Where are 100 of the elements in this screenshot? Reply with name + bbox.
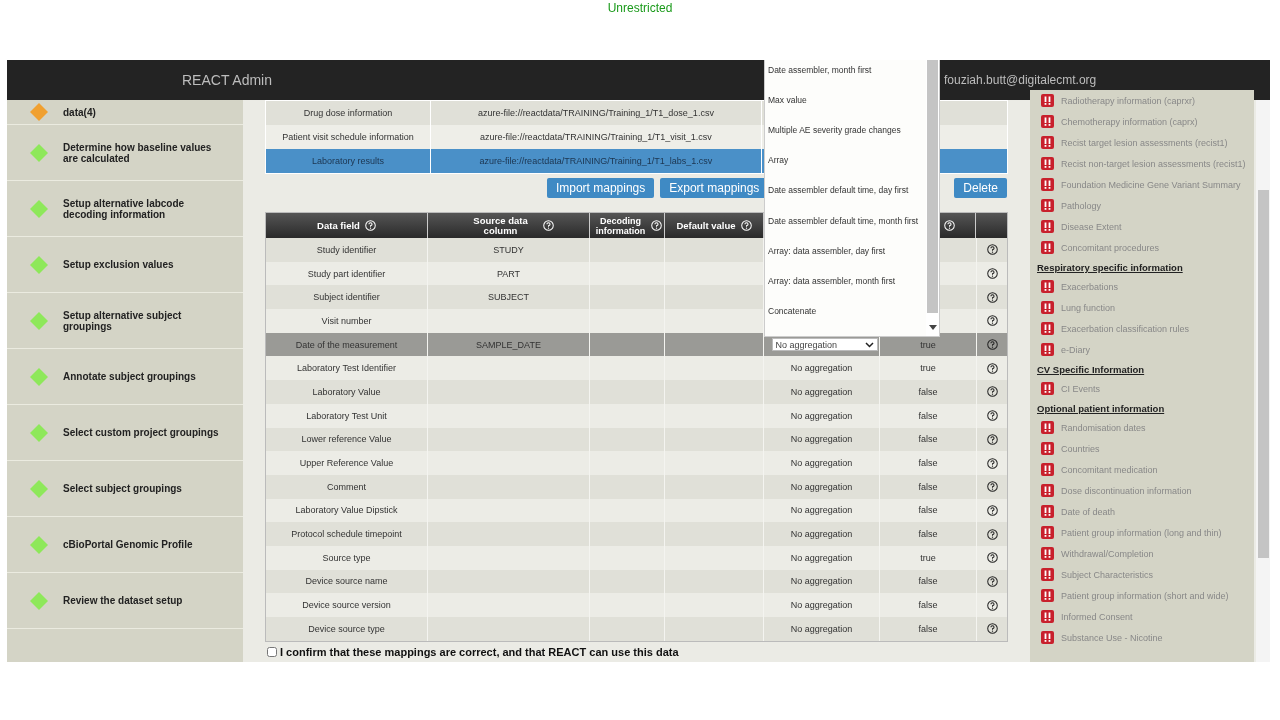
alert-icon [1041, 178, 1054, 191]
mapping-row[interactable]: Device source name No aggregation false [266, 569, 1007, 594]
help-icon[interactable] [986, 315, 998, 327]
confirm-checkbox[interactable] [267, 646, 277, 657]
section-heading: CV Specific Information [1037, 364, 1146, 375]
table-cell: Study part identifier [307, 268, 386, 279]
table-cell: No aggregation [790, 410, 853, 421]
column-header: Data field [317, 220, 360, 231]
help-icon[interactable] [986, 386, 998, 398]
table-cell: false [918, 410, 938, 421]
alert-icon [1041, 115, 1054, 128]
user-email: fouziah.butt@digitalecmt.org [944, 73, 1097, 87]
mapping-row[interactable]: Protocol schedule timepoint No aggregation false [266, 522, 1007, 546]
table-cell: false [918, 576, 938, 587]
mapping-row[interactable]: Lower reference Value No aggregation false [266, 427, 1007, 452]
mapping-row[interactable]: Device source type No aggregation false [266, 617, 1007, 641]
scrollbar[interactable] [1256, 100, 1270, 662]
table-cell: SUBJECT [488, 292, 529, 303]
help-icon[interactable] [986, 457, 998, 469]
step-item[interactable]: cBioPortal Genomic Profile [7, 517, 243, 573]
help-icon[interactable] [986, 433, 998, 445]
table-cell: No aggregation [790, 505, 853, 516]
table-cell: No aggregation [790, 529, 853, 540]
table-cell: PART [496, 268, 521, 279]
confirm-label: I confirm that these mappings are correct, and that REACT can use this data [280, 645, 679, 658]
step-item[interactable]: Review the dataset setup [7, 573, 243, 629]
table-cell: SAMPLE_DATE [476, 339, 541, 350]
alert-icon [1041, 526, 1054, 539]
alert-icon [1041, 94, 1054, 107]
table-cell: false [918, 623, 938, 634]
alert-icon [1041, 199, 1054, 212]
alert-icon [1041, 589, 1054, 602]
table-cell: Study identifier [316, 244, 377, 255]
table-cell: false [918, 600, 938, 611]
scrollbar-thumb[interactable] [1258, 190, 1269, 558]
table-cell: true [920, 339, 936, 350]
help-icon[interactable] [986, 528, 998, 540]
help-icon[interactable] [986, 623, 998, 635]
table-cell: Lower reference Value [301, 434, 392, 445]
table-cell: Source type [322, 552, 371, 563]
step-item[interactable]: Select custom project groupings [7, 405, 243, 461]
alert-icon [1041, 421, 1054, 434]
step-item[interactable]: Determine how baseline values are calculated [7, 125, 243, 181]
table-cell: false [918, 529, 938, 540]
alert-icon [1041, 547, 1054, 560]
alert-icon [1041, 610, 1054, 623]
table-cell: No aggregation [790, 623, 853, 634]
table-cell: Date of the measurement [295, 339, 398, 350]
table-cell: azure-file://reactdata/TRAINING/Training_1/T1_labs_1.csv [431, 149, 762, 173]
alert-icon [1041, 463, 1054, 476]
action-button[interactable]: Delete [954, 178, 1007, 198]
table-cell: Device source type [308, 623, 385, 634]
scrollbar[interactable] [926, 60, 939, 336]
alert-icon [1041, 136, 1054, 149]
help-icon[interactable] [986, 291, 998, 303]
step-item[interactable]: data(4) [7, 100, 243, 125]
step-item[interactable]: Select subject groupings [7, 461, 243, 517]
aggregation-select[interactable]: No aggregation [771, 338, 878, 352]
step-item[interactable]: Annotate subject groupings [7, 349, 243, 405]
step-item[interactable]: Setup alternative labcode decoding information [7, 181, 243, 237]
help-icon[interactable] [986, 552, 998, 564]
mapping-row[interactable]: Laboratory Value No aggregation false [266, 380, 1007, 404]
table-cell: No aggregation [790, 600, 853, 611]
help-icon[interactable] [986, 575, 998, 587]
column-header: Default value [676, 220, 736, 231]
table-cell: true [920, 363, 936, 374]
alert-icon [1041, 241, 1054, 254]
alert-icon [1041, 568, 1054, 581]
mapping-row[interactable]: Comment No aggregation false [266, 474, 1007, 499]
table-cell: false [918, 481, 938, 492]
help-icon[interactable] [986, 268, 998, 280]
table-cell: Laboratory Test Unit [306, 410, 387, 421]
scroll-down-icon[interactable] [928, 325, 937, 330]
table-cell: Device source name [305, 576, 388, 587]
help-icon[interactable] [986, 339, 998, 351]
table-cell: No aggregation [790, 481, 853, 492]
alert-icon [1041, 343, 1054, 356]
alert-icon [1041, 301, 1054, 314]
alert-icon [1041, 484, 1054, 497]
help-icon[interactable] [986, 481, 998, 493]
app-title: REACT Admin [182, 72, 272, 88]
help-icon[interactable] [986, 504, 998, 516]
alert-icon [1041, 157, 1054, 170]
section-heading: Optional patient information [1037, 403, 1166, 414]
section-heading: Respiratory specific information [1037, 262, 1184, 273]
table-cell: Comment [327, 481, 366, 492]
help-icon[interactable] [986, 410, 998, 422]
help-icon[interactable] [986, 244, 998, 256]
table-cell: Subject identifier [313, 292, 380, 303]
help-icon[interactable] [986, 599, 998, 611]
alert-icon [1041, 505, 1054, 518]
action-button[interactable]: Import mappings [546, 178, 655, 198]
table-cell: false [918, 434, 938, 445]
step-item[interactable]: Setup exclusion values [7, 237, 243, 293]
table-cell: No aggregation [790, 458, 853, 469]
table-cell: false [918, 458, 938, 469]
dropdown-option[interactable]: Date assembler, month first [765, 65, 926, 96]
alert-icon [1041, 631, 1054, 644]
step-item[interactable]: Setup alternative subject groupings [7, 293, 243, 349]
help-icon[interactable] [986, 362, 998, 374]
